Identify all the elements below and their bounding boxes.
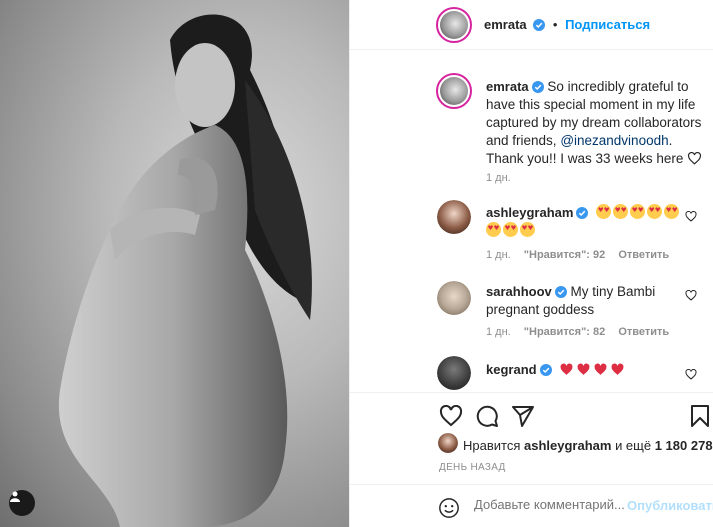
user-tag-icon — [10, 491, 20, 502]
likes-user[interactable]: ashleygraham — [524, 438, 611, 453]
verified-icon — [554, 286, 567, 298]
comment-item: kegrand — [486, 361, 686, 379]
heart-eyes-emoji-icon — [613, 204, 629, 219]
verified-icon — [539, 364, 552, 376]
comment-like-icon[interactable] — [685, 369, 697, 380]
caption-time: 1 дн. — [486, 172, 511, 184]
add-comment-bar: Опубликовать — [350, 484, 713, 527]
comment-item: sarahhoov My tiny Bambi pregnant goddess — [486, 283, 686, 319]
author-avatar[interactable] — [436, 7, 472, 43]
comment-avatar[interactable] — [437, 281, 471, 315]
follow-button[interactable]: Подписаться — [565, 17, 650, 32]
heart-emoji-icon — [560, 363, 573, 375]
reply-button[interactable]: Ответить — [618, 249, 669, 261]
verified-icon — [533, 19, 546, 31]
publish-button[interactable]: Опубликовать — [627, 498, 713, 513]
like-icon[interactable] — [439, 405, 463, 427]
heart-eyes-emoji-icon — [486, 222, 501, 237]
heart-eyes-emoji-icon — [596, 204, 612, 219]
heart-eyes-emoji-icon — [520, 222, 535, 237]
verified-icon — [576, 207, 589, 219]
likes-summary: Нравится ashleygraham и ещё 1 180 278 — [463, 438, 713, 453]
likes-middle: и ещё — [615, 438, 652, 453]
comment-username[interactable]: ashleygraham — [486, 205, 573, 220]
caption-username[interactable]: emrata — [486, 79, 529, 94]
caption-mention-link[interactable]: @inezandvinoodh — [560, 133, 668, 148]
reply-button[interactable]: Ответить — [618, 326, 669, 338]
comment-meta: 1 дн. "Нравится": 82 Ответить — [486, 326, 679, 338]
save-icon[interactable] — [690, 404, 710, 428]
comment-avatar[interactable] — [437, 200, 471, 234]
heart-emoji-icon — [577, 363, 590, 375]
post-photo-image — [58, 14, 312, 527]
post-time[interactable]: ДЕНЬ НАЗАД — [439, 462, 506, 473]
emoji-icon[interactable] — [438, 497, 460, 519]
post-caption: emrata So incredibly grateful to have th… — [486, 78, 706, 168]
caption-avatar[interactable] — [436, 73, 472, 109]
comment-username[interactable]: kegrand — [486, 362, 537, 377]
likes-prefix: Нравится — [463, 438, 521, 453]
heart-eyes-emoji-icon — [503, 222, 518, 237]
heart-emoji-icon — [594, 363, 607, 375]
post-header: emrata • Подписаться — [350, 0, 713, 50]
white-heart-emoji-icon — [688, 152, 702, 165]
comment-emojis — [559, 362, 627, 377]
separator-dot: • — [552, 17, 558, 32]
caption-meta: 1 дн. — [486, 172, 521, 184]
comment-like-icon[interactable] — [685, 290, 697, 301]
comment-like-icon[interactable] — [685, 211, 697, 222]
comment-avatar[interactable] — [437, 356, 471, 390]
post-panel: emrata • Подписаться emrata So incredibl… — [349, 0, 713, 527]
share-icon[interactable] — [511, 404, 535, 428]
comment-username[interactable]: sarahhoov — [486, 284, 552, 299]
post-photo[interactable] — [0, 0, 349, 527]
heart-eyes-emoji-icon — [630, 204, 646, 219]
comment-icon[interactable] — [475, 404, 499, 428]
heart-eyes-emoji-icon — [664, 204, 680, 219]
verified-icon — [531, 81, 544, 93]
author-username[interactable]: emrata — [484, 17, 527, 32]
heart-eyes-emoji-icon — [647, 204, 663, 219]
comment-input[interactable] — [474, 497, 624, 512]
comment-time: 1 дн. — [486, 249, 511, 261]
likes-count[interactable]: 1 180 278 — [655, 438, 713, 453]
comment-meta: 1 дн. "Нравится": 92 Ответить — [486, 249, 679, 261]
comment-time: 1 дн. — [486, 326, 511, 338]
liker-avatar[interactable] — [438, 433, 458, 453]
comment-likes-count[interactable]: "Нравится": 82 — [524, 326, 605, 338]
comment-likes-count[interactable]: "Нравится": 92 — [524, 249, 605, 261]
heart-emoji-icon — [611, 363, 624, 375]
comment-item: ashleygraham — [486, 204, 686, 240]
user-tag-button[interactable] — [9, 490, 35, 516]
